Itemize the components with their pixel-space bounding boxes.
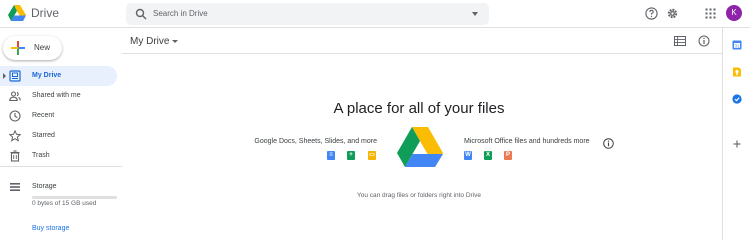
- list-view-icon[interactable]: [674, 35, 686, 47]
- sidebar-item-label: My Drive: [32, 72, 62, 79]
- buy-storage-link[interactable]: Buy storage: [32, 225, 69, 232]
- svg-text:31: 31: [734, 43, 740, 48]
- storage-icon: [10, 183, 20, 191]
- slides-icon: ▭: [368, 151, 376, 160]
- office-files-promo: Microsoft Office files and hundreds more: [464, 138, 590, 145]
- excel-icon: X: [484, 151, 492, 160]
- sidebar-item-label: Starred: [32, 132, 55, 139]
- my-drive-icon: [9, 70, 21, 82]
- sidebar: New My Drive Shared with me Recent Starr…: [0, 28, 122, 240]
- search-options-icon[interactable]: [472, 12, 478, 16]
- sidebar-item-shared-with-me[interactable]: Shared with me: [0, 86, 117, 106]
- settings-gear-icon[interactable]: [666, 7, 679, 20]
- breadcrumb[interactable]: My Drive: [130, 36, 169, 47]
- tasks-icon[interactable]: [732, 94, 742, 104]
- plus-icon: [11, 41, 25, 55]
- powerpoint-icon: P: [504, 151, 512, 160]
- drive-logo-large-icon: [397, 127, 443, 167]
- account-avatar[interactable]: K: [726, 5, 742, 21]
- star-icon: [9, 130, 21, 142]
- search-input[interactable]: Search in Drive: [153, 9, 208, 18]
- calendar-icon[interactable]: 31: [732, 40, 742, 50]
- clock-icon: [9, 110, 21, 122]
- storage-progress-bar: [32, 196, 117, 199]
- drive-logo-icon[interactable]: [8, 5, 26, 21]
- google-apps-promo: Google Docs, Sheets, Slides, and more: [254, 138, 377, 145]
- keep-icon[interactable]: [732, 67, 742, 77]
- people-icon: [9, 91, 21, 102]
- sheets-icon: +: [347, 151, 355, 160]
- main-header: My Drive: [122, 28, 722, 54]
- info-icon[interactable]: [603, 138, 614, 149]
- word-icon: W: [464, 151, 472, 160]
- sidebar-item-label: Recent: [32, 112, 55, 119]
- storage-used-text: 0 bytes of 15 GB used: [32, 200, 97, 207]
- app-title[interactable]: Drive: [31, 6, 59, 20]
- storage-label[interactable]: Storage: [32, 183, 57, 190]
- sidebar-item-trash[interactable]: Trash: [0, 146, 117, 166]
- search-bar[interactable]: Search in Drive: [126, 3, 489, 25]
- top-bar: Drive Search in Drive K: [0, 0, 750, 28]
- add-addon-plus-icon[interactable]: [732, 139, 742, 149]
- sidebar-item-starred[interactable]: Starred: [0, 126, 117, 146]
- sidebar-item-label: Shared with me: [32, 92, 81, 99]
- drag-drop-hint: You can drag files or folders right into…: [356, 192, 482, 199]
- sidebar-item-label: Trash: [32, 152, 50, 159]
- expand-arrow-icon[interactable]: [3, 73, 6, 79]
- empty-state-title: A place for all of your files: [333, 100, 505, 117]
- details-info-icon[interactable]: [698, 35, 710, 47]
- apps-grid-icon[interactable]: [704, 7, 717, 20]
- help-icon[interactable]: [645, 7, 658, 20]
- search-icon[interactable]: [135, 8, 147, 20]
- sidebar-divider: [0, 166, 122, 167]
- breadcrumb-dropdown-icon[interactable]: [172, 40, 178, 43]
- trash-icon: [10, 150, 20, 162]
- new-button-label: New: [34, 43, 51, 52]
- new-button[interactable]: New: [3, 36, 62, 60]
- docs-icon: ≡: [327, 151, 335, 160]
- sidebar-item-my-drive[interactable]: My Drive: [0, 66, 117, 86]
- side-panel: 31: [722, 28, 750, 240]
- sidebar-item-recent[interactable]: Recent: [0, 106, 117, 126]
